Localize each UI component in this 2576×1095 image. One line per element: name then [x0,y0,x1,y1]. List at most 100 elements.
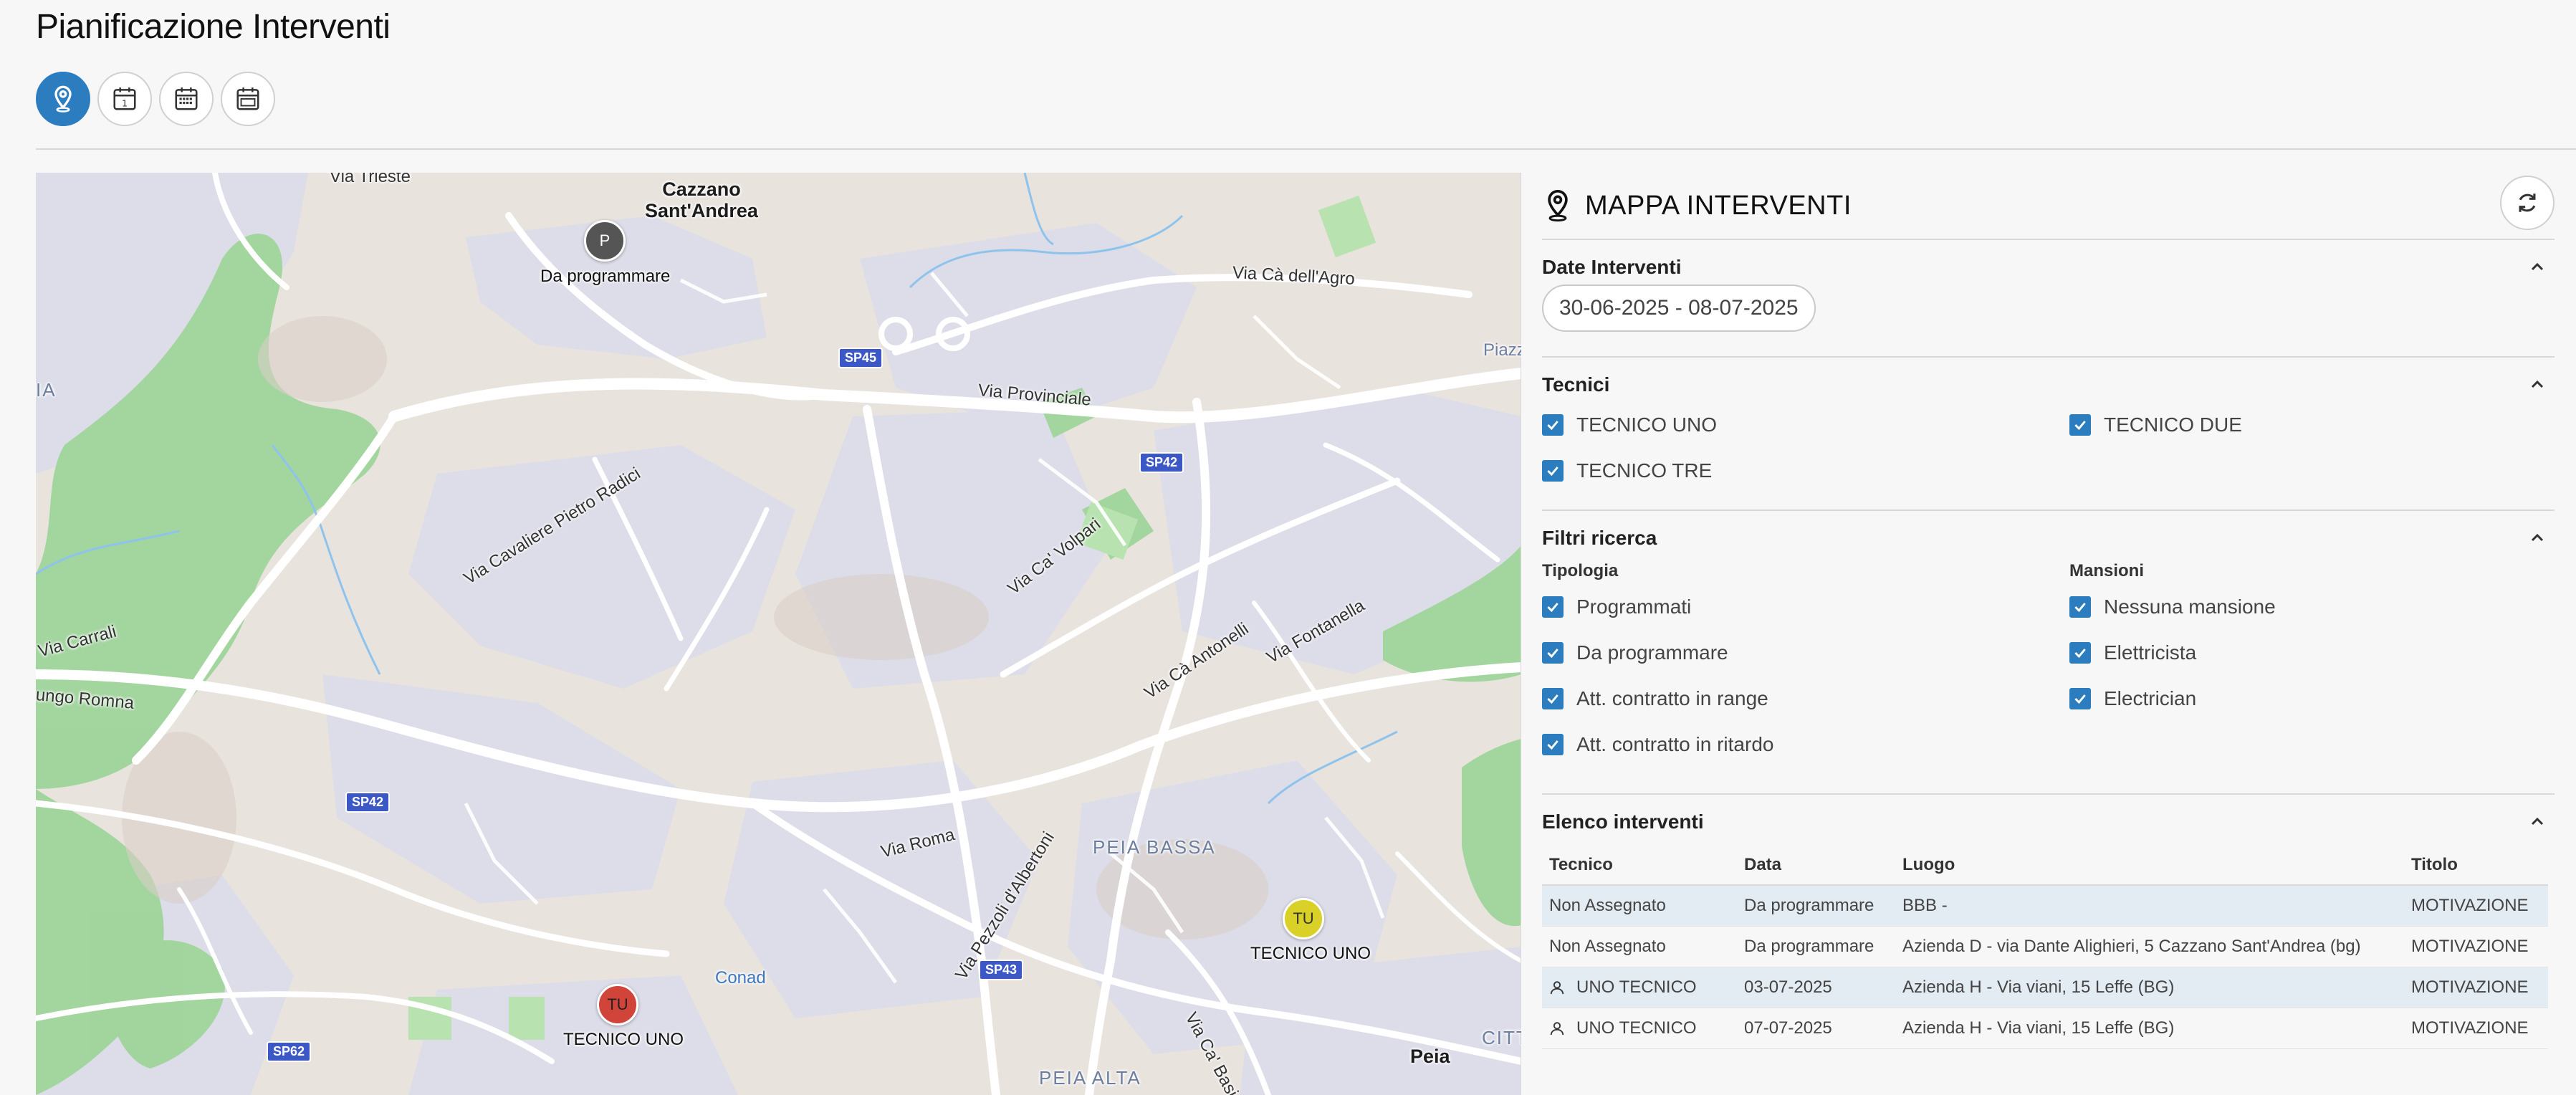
checkbox-checked[interactable] [1542,596,1564,618]
cell-titolo: MOTIVAZIONE [2404,885,2548,927]
tecnico-checkbox-row[interactable]: TECNICO TRE [1542,448,2069,494]
checkbox-label: Elettricista [2104,641,2197,664]
check-icon [2074,694,2086,704]
checkbox-checked[interactable] [2069,596,2091,618]
cell-luogo: Azienda H - Via viani, 15 Leffe (BG) [1895,1008,2404,1049]
marker-initials: TU [1293,909,1314,927]
user-icon [1550,980,1564,994]
cell-luogo: Azienda D - via Dante Alighieri, 5 Cazza… [1895,926,2404,967]
marker-caption: TECNICO UNO [563,1030,684,1049]
road-shield-sp62: SP62 [267,1041,312,1062]
tipologia-checkbox-row[interactable]: Da programmare [1542,630,2069,676]
mansione-checkbox-row[interactable]: Nessuna mansione [2069,584,2555,630]
cell-titolo: MOTIVAZIONE [2404,967,2548,1008]
check-icon [1547,603,1558,613]
user-icon [1550,1021,1564,1035]
checkbox-label: TECNICO TRE [1576,459,1713,482]
cell-titolo: MOTIVAZIONE [2404,1008,2548,1049]
checkbox-label: Nessuna mansione [2104,596,2276,618]
interventions-map[interactable]: Via Trieste Cazzano Sant'Andrea Via Cà d… [36,173,1521,1095]
map-marker-da-programmare[interactable]: P [584,220,626,262]
header-divider [36,148,2576,150]
check-icon [1547,649,1558,659]
check-icon [1547,694,1558,704]
tipologia-checkbox-row[interactable]: Programmati [1542,584,2069,630]
checkbox-checked[interactable] [1542,688,1564,709]
elenco-section-title[interactable]: Elenco interventi [1542,795,2555,845]
checkbox-checked[interactable] [2069,414,2091,436]
map-label-peia-bassa: PEIA BASSA [1093,836,1216,858]
road-shield-sp42: SP42 [1139,452,1184,473]
refresh-button[interactable] [2500,176,2555,230]
check-icon [1547,467,1558,477]
chevron-up-icon[interactable] [2529,376,2546,393]
checkbox-label: Att. contratto in ritardo [1576,733,1774,755]
checkbox-checked[interactable] [2069,642,2091,664]
tecnico-checkbox-row[interactable]: TECNICO DUE [2069,402,2555,448]
cell-luogo: Azienda H - Via viani, 15 Leffe (BG) [1895,967,2404,1008]
map-pin-icon [1548,189,1568,222]
column-header[interactable]: Titolo [2404,845,2548,886]
filtri-section: Filtri ricerca Tipologia Programmati Da … [1542,511,2555,795]
column-header[interactable]: Data [1737,845,1895,886]
table-row[interactable]: UNO TECNICO 03-07-2025 Azienda H - Via v… [1542,967,2548,1008]
map-label-citt: CITT [1482,1027,1521,1048]
cell-tecnico: UNO TECNICO [1542,967,1737,1008]
chevron-up-icon[interactable] [2529,813,2546,831]
chevron-up-icon[interactable] [2529,530,2546,547]
map-marker-tecnico-uno-yellow[interactable]: TU [1283,898,1324,939]
checkbox-checked[interactable] [1542,414,1564,436]
chevron-up-icon[interactable] [2529,259,2546,276]
tipologia-checkbox-row[interactable]: Att. contratto in ritardo [1542,722,2069,768]
cell-data: Da programmare [1737,926,1895,967]
mansione-checkbox-row[interactable]: Elettricista [2069,630,2555,676]
check-icon [2074,421,2086,431]
tecnici-section-title[interactable]: Tecnici [1542,358,2555,402]
month-view-button[interactable] [221,72,275,126]
cell-data: 07-07-2025 [1737,1008,1895,1049]
map-view-button[interactable] [36,72,90,126]
map-marker-tecnico-uno-red[interactable]: TU [597,984,638,1025]
checkbox-checked[interactable] [2069,688,2091,709]
day-view-button[interactable]: 1 [97,72,152,126]
road-shield-sp42-west: SP42 [345,792,391,813]
column-header[interactable]: Luogo [1895,845,2404,886]
marker-initials: TU [607,995,628,1013]
check-icon [2074,603,2086,613]
marker-caption: TECNICO UNO [1250,944,1371,963]
checkbox-label: TECNICO UNO [1576,413,1717,436]
cell-data: 03-07-2025 [1737,967,1895,1008]
date-section-title[interactable]: Date Interventi [1542,240,2555,284]
calendar-day-icon: 1 [113,87,136,110]
mansione-checkbox-row[interactable]: Electrician [2069,676,2555,722]
table-row[interactable]: UNO TECNICO 07-07-2025 Azienda H - Via v… [1542,1008,2548,1049]
panel-header: MAPPA INTERVENTI [1542,173,2555,240]
cell-data: Da programmare [1737,885,1895,927]
column-header[interactable]: Tecnico [1542,845,1737,886]
calendar-month-icon [236,87,259,110]
table-header-row: Tecnico Data Luogo Titolo [1542,845,2548,886]
cell-tecnico: UNO TECNICO [1542,1008,1737,1049]
table-row[interactable]: Non Assegnato Da programmare Azienda D -… [1542,926,2548,967]
checkbox-label: Programmati [1576,596,1692,618]
checkbox-checked[interactable] [1542,734,1564,755]
map-label-piazz: Piazz [1483,340,1521,360]
map-label-edge: IA [36,379,57,401]
table-row[interactable]: Non Assegnato Da programmare BBB - MOTIV… [1542,885,2548,927]
tipologia-checkbox-row[interactable]: Att. contratto in range [1542,676,2069,722]
checkbox-label: Att. contratto in range [1576,687,1768,709]
filtri-section-title[interactable]: Filtri ricerca [1542,511,2555,555]
interventions-table: Tecnico Data Luogo Titolo Non Assegnato … [1542,845,2548,1049]
date-range-input[interactable]: 30-06-2025 - 08-07-2025 [1542,284,1816,332]
map-pin-icon [54,85,72,113]
week-view-button[interactable] [159,72,214,126]
refresh-icon [2519,193,2536,212]
marker-caption: Da programmare [540,267,671,286]
checkbox-label: Da programmare [1576,641,1728,664]
checkbox-checked[interactable] [1542,460,1564,482]
tecnico-checkbox-row[interactable]: TECNICO UNO [1542,402,2069,448]
tipologia-label: Tipologia [1542,561,1619,580]
cell-titolo: MOTIVAZIONE [2404,926,2548,967]
mansioni-group: Mansioni Nessuna mansione Elettricista E… [2069,555,2555,768]
checkbox-checked[interactable] [1542,642,1564,664]
